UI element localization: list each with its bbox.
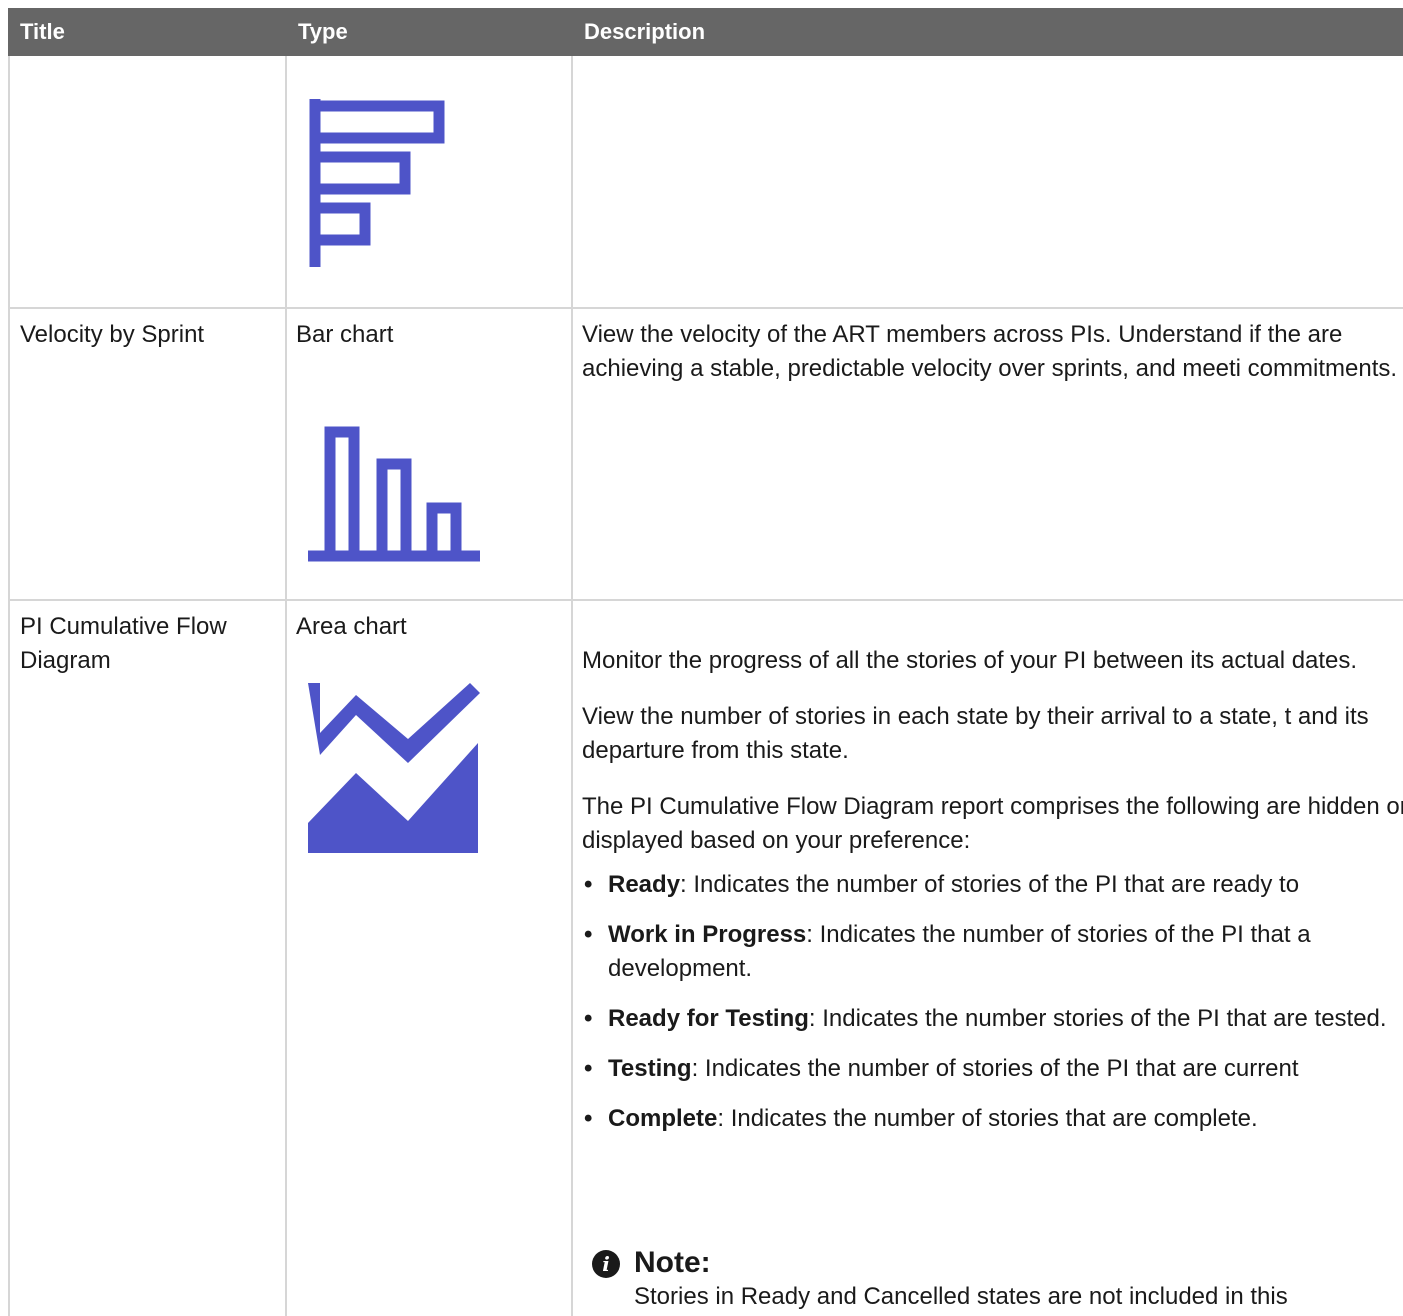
definition: : Indicates the number of stories that a… bbox=[717, 1105, 1258, 1132]
grid-line bbox=[8, 599, 1403, 601]
term: Ready bbox=[608, 871, 681, 898]
row-description: View the velocity of the ART members acr… bbox=[582, 321, 1398, 382]
bar-chart-icon bbox=[308, 426, 480, 562]
info-icon: i bbox=[592, 1250, 620, 1278]
definition: : Indicates the number of stories of the… bbox=[691, 1055, 1299, 1082]
grid-line bbox=[285, 56, 287, 1316]
note-title: Note: bbox=[634, 1246, 711, 1279]
row-title: Velocity by Sprint bbox=[20, 321, 205, 348]
header-description: Description bbox=[584, 19, 706, 44]
grid-line bbox=[8, 307, 1403, 309]
description-paragraph: View the number of stories in each state… bbox=[582, 703, 1369, 764]
row-type: Bar chart bbox=[296, 321, 394, 348]
header-type: Type bbox=[298, 19, 348, 44]
term: Testing bbox=[608, 1055, 692, 1082]
states-list: Ready: Indicates the number of stories o… bbox=[582, 868, 1403, 1136]
row-type: Area chart bbox=[296, 613, 407, 640]
area-chart-icon bbox=[308, 683, 480, 853]
grid-line bbox=[571, 56, 573, 1316]
description-paragraph: Monitor the progress of all the stories … bbox=[582, 647, 1358, 674]
definition: : Indicates the number stories of the PI… bbox=[808, 1005, 1387, 1032]
term: Work in Progress bbox=[608, 921, 807, 948]
list-item: Ready for Testing: Indicates the number … bbox=[582, 1002, 1403, 1036]
list-item: Complete: Indicates the number of storie… bbox=[582, 1102, 1403, 1136]
row-title: PI Cumulative Flow Diagram bbox=[20, 613, 227, 674]
horizontal-bar-chart-icon bbox=[309, 99, 445, 267]
term: Ready for Testing bbox=[608, 1005, 809, 1032]
row-description: Monitor the progress of all the stories … bbox=[582, 644, 1403, 1152]
definition: : Indicates the number of stories of the… bbox=[680, 871, 1300, 898]
grid-line bbox=[8, 56, 10, 1316]
note-text: Stories in Ready and Cancelled states ar… bbox=[634, 1283, 1288, 1310]
term: Complete bbox=[608, 1105, 718, 1132]
description-paragraph: The PI Cumulative Flow Diagram report co… bbox=[582, 793, 1403, 854]
list-item: Testing: Indicates the number of stories… bbox=[582, 1052, 1403, 1086]
list-item: Work in Progress: Indicates the number o… bbox=[582, 918, 1403, 986]
header-title: Title bbox=[20, 19, 65, 44]
list-item: Ready: Indicates the number of stories o… bbox=[582, 868, 1403, 902]
table-header: Title Type Description bbox=[8, 8, 1403, 56]
